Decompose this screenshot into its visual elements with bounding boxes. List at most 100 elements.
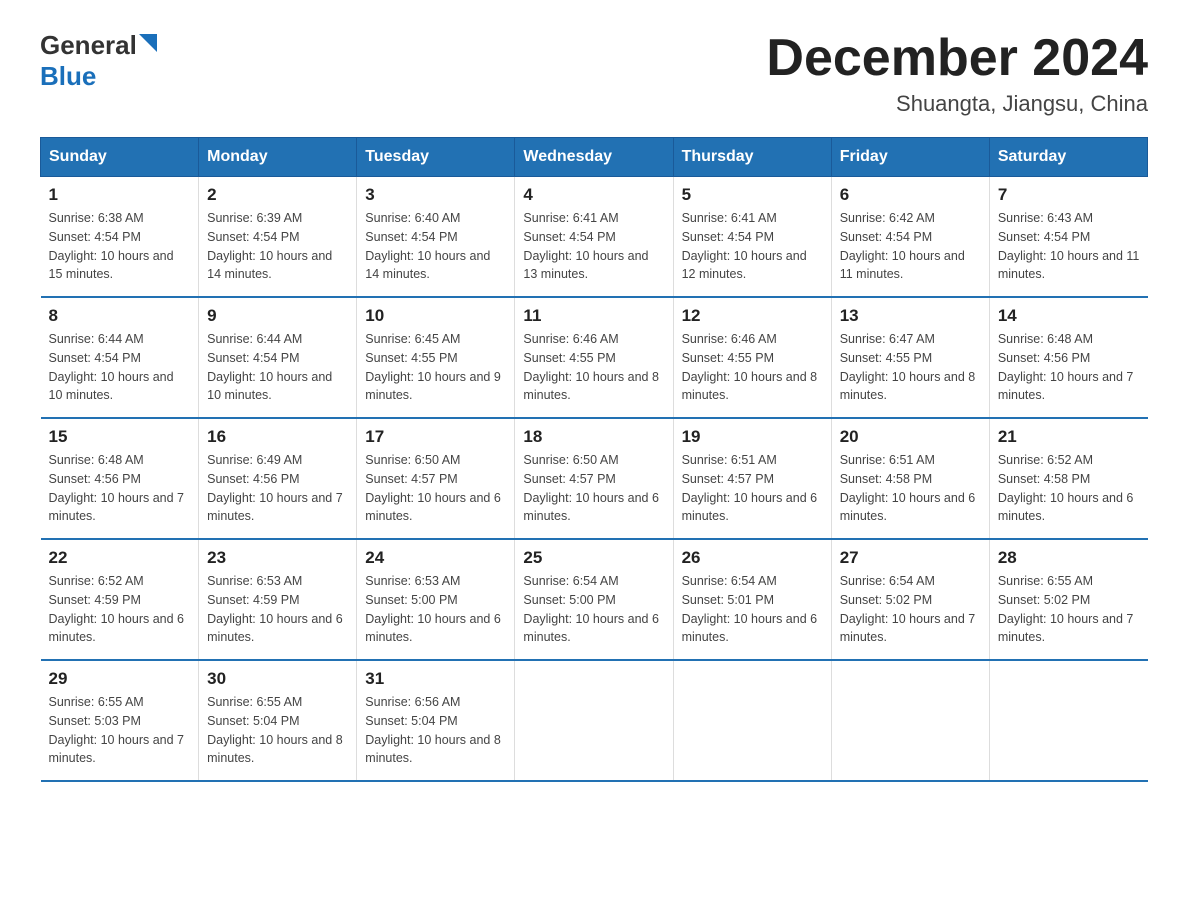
day-number: 13 [840,306,981,326]
day-number: 20 [840,427,981,447]
table-row: 13 Sunrise: 6:47 AM Sunset: 4:55 PM Dayl… [831,297,989,418]
day-info: Sunrise: 6:41 AM Sunset: 4:54 PM Dayligh… [523,209,664,284]
day-number: 9 [207,306,348,326]
day-info: Sunrise: 6:54 AM Sunset: 5:02 PM Dayligh… [840,572,981,647]
calendar-week-row: 29 Sunrise: 6:55 AM Sunset: 5:03 PM Dayl… [41,660,1148,781]
calendar-week-row: 8 Sunrise: 6:44 AM Sunset: 4:54 PM Dayli… [41,297,1148,418]
header-saturday: Saturday [989,138,1147,177]
table-row: 2 Sunrise: 6:39 AM Sunset: 4:54 PM Dayli… [199,177,357,298]
day-info: Sunrise: 6:53 AM Sunset: 5:00 PM Dayligh… [365,572,506,647]
table-row [673,660,831,781]
day-info: Sunrise: 6:53 AM Sunset: 4:59 PM Dayligh… [207,572,348,647]
day-number: 4 [523,185,664,205]
day-number: 17 [365,427,506,447]
day-number: 7 [998,185,1140,205]
day-info: Sunrise: 6:52 AM Sunset: 4:58 PM Dayligh… [998,451,1140,526]
calendar-week-row: 1 Sunrise: 6:38 AM Sunset: 4:54 PM Dayli… [41,177,1148,298]
table-row: 27 Sunrise: 6:54 AM Sunset: 5:02 PM Dayl… [831,539,989,660]
logo-triangle-icon [139,34,157,52]
table-row: 14 Sunrise: 6:48 AM Sunset: 4:56 PM Dayl… [989,297,1147,418]
day-number: 1 [49,185,191,205]
day-info: Sunrise: 6:40 AM Sunset: 4:54 PM Dayligh… [365,209,506,284]
day-info: Sunrise: 6:52 AM Sunset: 4:59 PM Dayligh… [49,572,191,647]
table-row: 24 Sunrise: 6:53 AM Sunset: 5:00 PM Dayl… [357,539,515,660]
table-row: 26 Sunrise: 6:54 AM Sunset: 5:01 PM Dayl… [673,539,831,660]
day-number: 15 [49,427,191,447]
day-info: Sunrise: 6:48 AM Sunset: 4:56 PM Dayligh… [49,451,191,526]
table-row: 23 Sunrise: 6:53 AM Sunset: 4:59 PM Dayl… [199,539,357,660]
month-title: December 2024 [766,30,1148,87]
header-monday: Monday [199,138,357,177]
table-row: 6 Sunrise: 6:42 AM Sunset: 4:54 PM Dayli… [831,177,989,298]
table-row: 30 Sunrise: 6:55 AM Sunset: 5:04 PM Dayl… [199,660,357,781]
table-row: 28 Sunrise: 6:55 AM Sunset: 5:02 PM Dayl… [989,539,1147,660]
day-number: 24 [365,548,506,568]
day-info: Sunrise: 6:39 AM Sunset: 4:54 PM Dayligh… [207,209,348,284]
table-row: 18 Sunrise: 6:50 AM Sunset: 4:57 PM Dayl… [515,418,673,539]
day-number: 10 [365,306,506,326]
day-number: 19 [682,427,823,447]
table-row: 9 Sunrise: 6:44 AM Sunset: 4:54 PM Dayli… [199,297,357,418]
day-info: Sunrise: 6:50 AM Sunset: 4:57 PM Dayligh… [523,451,664,526]
day-info: Sunrise: 6:46 AM Sunset: 4:55 PM Dayligh… [682,330,823,405]
calendar-week-row: 22 Sunrise: 6:52 AM Sunset: 4:59 PM Dayl… [41,539,1148,660]
table-row: 11 Sunrise: 6:46 AM Sunset: 4:55 PM Dayl… [515,297,673,418]
day-info: Sunrise: 6:47 AM Sunset: 4:55 PM Dayligh… [840,330,981,405]
table-row: 31 Sunrise: 6:56 AM Sunset: 5:04 PM Dayl… [357,660,515,781]
table-row: 3 Sunrise: 6:40 AM Sunset: 4:54 PM Dayli… [357,177,515,298]
table-row: 15 Sunrise: 6:48 AM Sunset: 4:56 PM Dayl… [41,418,199,539]
calendar-table: Sunday Monday Tuesday Wednesday Thursday… [40,137,1148,782]
table-row: 1 Sunrise: 6:38 AM Sunset: 4:54 PM Dayli… [41,177,199,298]
day-number: 8 [49,306,191,326]
table-row: 21 Sunrise: 6:52 AM Sunset: 4:58 PM Dayl… [989,418,1147,539]
table-row: 5 Sunrise: 6:41 AM Sunset: 4:54 PM Dayli… [673,177,831,298]
day-info: Sunrise: 6:41 AM Sunset: 4:54 PM Dayligh… [682,209,823,284]
table-row [515,660,673,781]
table-row [831,660,989,781]
header-wednesday: Wednesday [515,138,673,177]
table-row: 17 Sunrise: 6:50 AM Sunset: 4:57 PM Dayl… [357,418,515,539]
day-number: 2 [207,185,348,205]
day-number: 30 [207,669,348,689]
header-friday: Friday [831,138,989,177]
day-info: Sunrise: 6:43 AM Sunset: 4:54 PM Dayligh… [998,209,1140,284]
table-row: 29 Sunrise: 6:55 AM Sunset: 5:03 PM Dayl… [41,660,199,781]
day-info: Sunrise: 6:55 AM Sunset: 5:04 PM Dayligh… [207,693,348,768]
day-number: 25 [523,548,664,568]
table-row: 12 Sunrise: 6:46 AM Sunset: 4:55 PM Dayl… [673,297,831,418]
logo: General Blue [40,30,157,92]
day-info: Sunrise: 6:42 AM Sunset: 4:54 PM Dayligh… [840,209,981,284]
table-row: 16 Sunrise: 6:49 AM Sunset: 4:56 PM Dayl… [199,418,357,539]
logo-blue-text: Blue [40,61,96,91]
day-info: Sunrise: 6:38 AM Sunset: 4:54 PM Dayligh… [49,209,191,284]
day-info: Sunrise: 6:54 AM Sunset: 5:01 PM Dayligh… [682,572,823,647]
table-row: 7 Sunrise: 6:43 AM Sunset: 4:54 PM Dayli… [989,177,1147,298]
day-number: 26 [682,548,823,568]
table-row [989,660,1147,781]
day-number: 3 [365,185,506,205]
day-number: 6 [840,185,981,205]
day-info: Sunrise: 6:55 AM Sunset: 5:03 PM Dayligh… [49,693,191,768]
day-info: Sunrise: 6:50 AM Sunset: 4:57 PM Dayligh… [365,451,506,526]
day-info: Sunrise: 6:56 AM Sunset: 5:04 PM Dayligh… [365,693,506,768]
calendar-week-row: 15 Sunrise: 6:48 AM Sunset: 4:56 PM Dayl… [41,418,1148,539]
day-number: 21 [998,427,1140,447]
day-number: 31 [365,669,506,689]
day-info: Sunrise: 6:44 AM Sunset: 4:54 PM Dayligh… [207,330,348,405]
header-sunday: Sunday [41,138,199,177]
day-number: 16 [207,427,348,447]
day-info: Sunrise: 6:48 AM Sunset: 4:56 PM Dayligh… [998,330,1140,405]
day-info: Sunrise: 6:51 AM Sunset: 4:57 PM Dayligh… [682,451,823,526]
day-number: 12 [682,306,823,326]
table-row: 20 Sunrise: 6:51 AM Sunset: 4:58 PM Dayl… [831,418,989,539]
day-info: Sunrise: 6:51 AM Sunset: 4:58 PM Dayligh… [840,451,981,526]
day-info: Sunrise: 6:45 AM Sunset: 4:55 PM Dayligh… [365,330,506,405]
day-info: Sunrise: 6:55 AM Sunset: 5:02 PM Dayligh… [998,572,1140,647]
day-info: Sunrise: 6:54 AM Sunset: 5:00 PM Dayligh… [523,572,664,647]
day-number: 14 [998,306,1140,326]
table-row: 4 Sunrise: 6:41 AM Sunset: 4:54 PM Dayli… [515,177,673,298]
table-row: 8 Sunrise: 6:44 AM Sunset: 4:54 PM Dayli… [41,297,199,418]
day-number: 18 [523,427,664,447]
day-number: 22 [49,548,191,568]
table-row: 25 Sunrise: 6:54 AM Sunset: 5:00 PM Dayl… [515,539,673,660]
